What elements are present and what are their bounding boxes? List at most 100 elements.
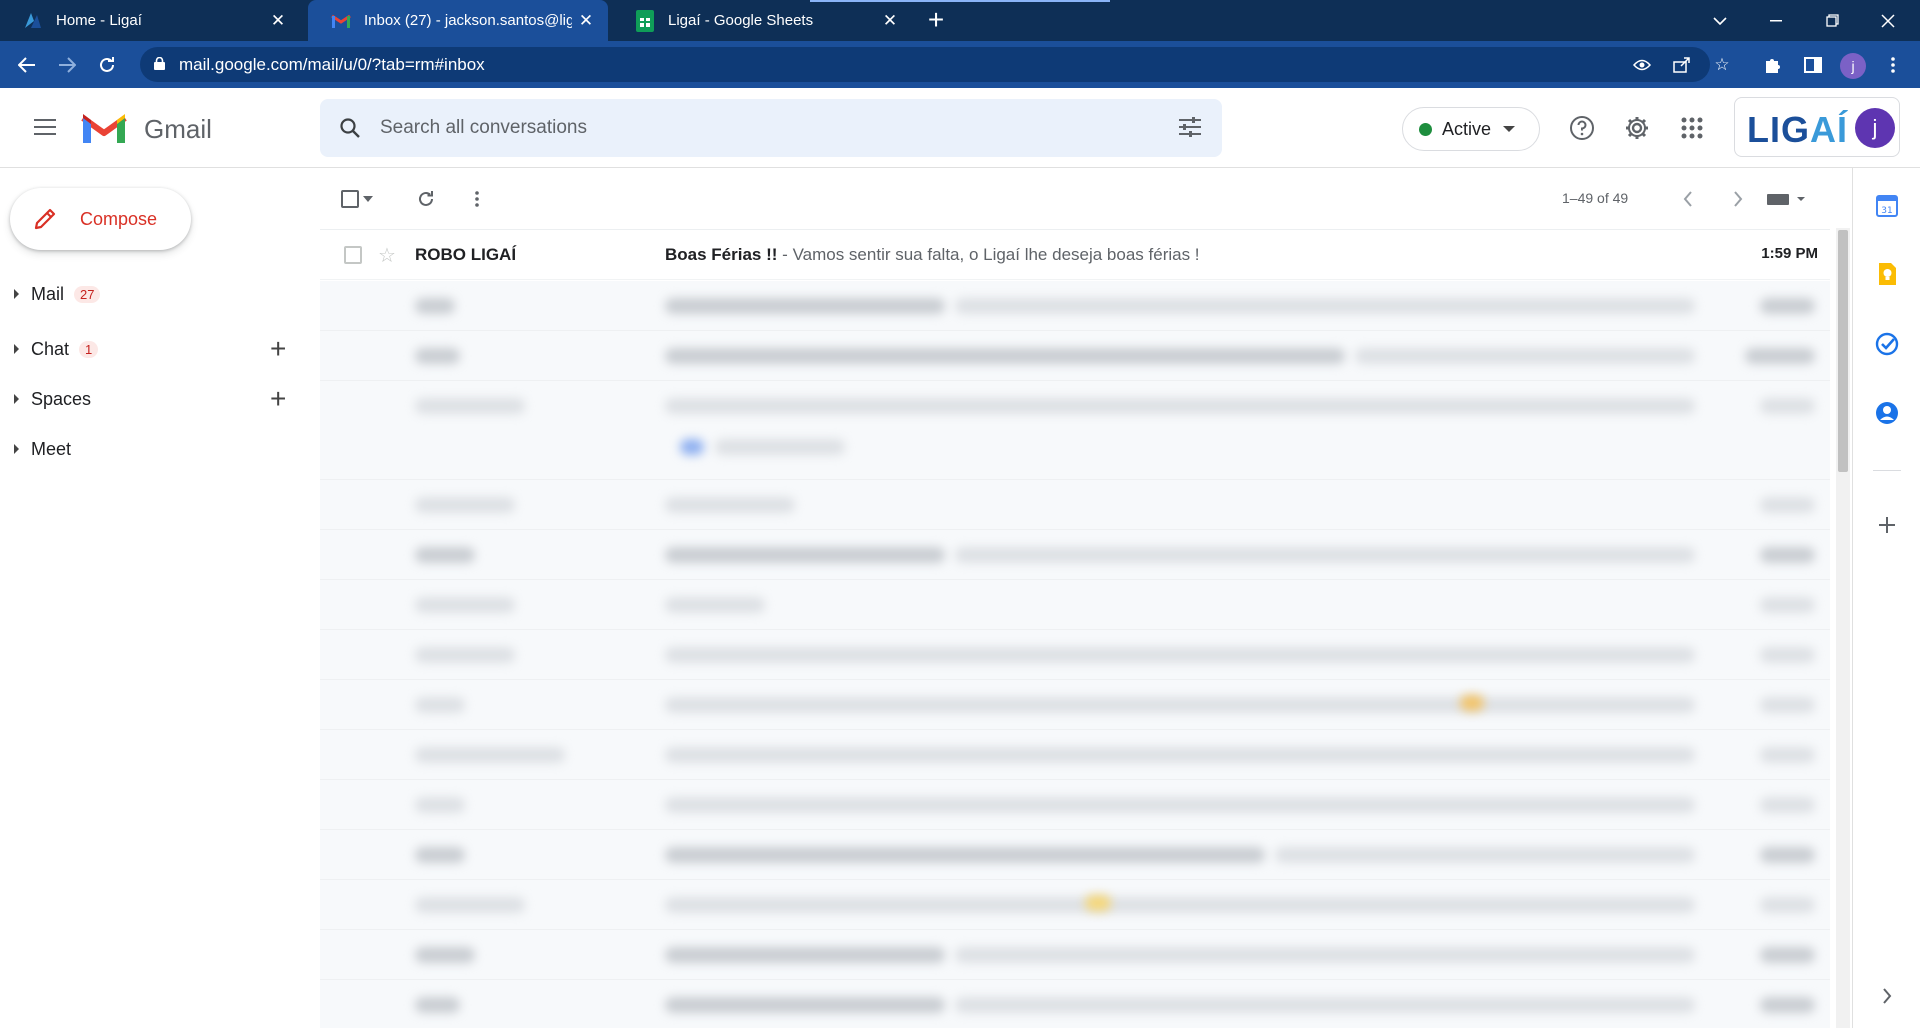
browser-tab-sheets[interactable]: Ligaí - Google Sheets ✕: [612, 0, 912, 41]
restore-icon[interactable]: [1804, 0, 1860, 41]
url-text: mail.google.com/mail/u/0/?tab=rm#inbox: [179, 54, 485, 74]
gmail-logo-icon[interactable]: [80, 110, 128, 146]
side-panel-icon[interactable]: [1797, 49, 1829, 81]
keep-icon[interactable]: [1871, 258, 1903, 290]
bookmark-star-icon[interactable]: ☆: [1710, 53, 1734, 77]
help-icon[interactable]: [1564, 110, 1600, 146]
tab-loading-indicator: [810, 0, 1110, 2]
newer-chevron-left-icon[interactable]: [1672, 183, 1704, 215]
main-menu-hamburger-icon[interactable]: [28, 110, 62, 144]
side-panel-expand-chevron-icon[interactable]: [1871, 980, 1903, 1012]
pencil-icon: [34, 208, 56, 230]
obscured-message-row[interactable]: [320, 680, 1830, 730]
side-panel: 31: [1852, 168, 1920, 1028]
nav-item-label: Meet: [31, 438, 72, 459]
select-dropdown-caret-icon[interactable]: [360, 183, 376, 215]
nav-item-meet[interactable]: Meet: [0, 429, 310, 469]
browser-tab-ligai-home[interactable]: Home - Ligaí ✕: [0, 0, 300, 41]
message-list: ☆ ROBO LIGAÍ Boas Férias !! - Vamos sent…: [320, 230, 1830, 1028]
obscured-message-row[interactable]: [320, 480, 1830, 530]
message-sender: ROBO LIGAÍ: [415, 245, 517, 264]
expand-triangle-icon[interactable]: [14, 444, 19, 454]
search-input[interactable]: Search all conversations: [380, 117, 587, 139]
lock-icon[interactable]: [154, 56, 165, 73]
status-selector[interactable]: Active: [1402, 107, 1540, 151]
get-addons-plus-icon[interactable]: [1871, 509, 1903, 541]
nav-item-mail[interactable]: Mail 27: [0, 274, 310, 314]
new-space-plus-icon[interactable]: +: [270, 385, 286, 413]
close-window-icon[interactable]: [1860, 0, 1916, 41]
ligai-favicon-icon: [22, 10, 44, 32]
obscured-message-row[interactable]: [320, 780, 1830, 830]
expand-triangle-icon[interactable]: [14, 394, 19, 404]
browser-toolbar: mail.google.com/mail/u/0/?tab=rm#inbox ☆: [0, 41, 1920, 88]
tasks-icon[interactable]: [1871, 328, 1903, 360]
close-tab-icon[interactable]: ✕: [572, 11, 600, 31]
star-icon[interactable]: ☆: [378, 243, 396, 268]
browser-profile-avatar[interactable]: j: [1840, 53, 1866, 79]
obscured-message-row[interactable]: [320, 830, 1830, 880]
tab-title: Home - Ligaí: [56, 12, 142, 29]
minimize-icon[interactable]: [1748, 0, 1804, 41]
browser-tab-inbox[interactable]: Inbox (27) - jackson.santos@ligai ✕: [308, 0, 608, 41]
obscured-message-row[interactable]: [320, 980, 1830, 1028]
gmail-header: Gmail Search all conversations Active LI…: [0, 88, 1920, 168]
calendar-icon[interactable]: 31: [1871, 189, 1903, 221]
back-arrow-icon[interactable]: [11, 49, 43, 81]
obscured-message-row[interactable]: [320, 530, 1830, 580]
search-options-tune-icon[interactable]: [1178, 116, 1202, 143]
nav-item-chat[interactable]: Chat 1 +: [0, 329, 310, 369]
obscured-message-row[interactable]: [320, 281, 1830, 331]
new-chat-plus-icon[interactable]: +: [270, 335, 286, 363]
unread-count-badge: 1: [79, 340, 99, 358]
share-icon[interactable]: [1670, 53, 1694, 77]
account-avatar[interactable]: j: [1855, 108, 1895, 148]
ligai-brand-logo: LIGAÍ: [1747, 109, 1848, 150]
obscured-message-row[interactable]: [320, 730, 1830, 780]
compose-button[interactable]: Compose: [10, 188, 191, 250]
gmail-favicon-icon: [330, 10, 352, 32]
tab-search-chevron-icon[interactable]: [1692, 0, 1748, 41]
older-chevron-right-icon[interactable]: [1722, 183, 1754, 215]
refresh-icon[interactable]: [410, 183, 442, 215]
contacts-icon[interactable]: [1871, 397, 1903, 429]
obscured-message-row[interactable]: [320, 880, 1830, 930]
obscured-message-row[interactable]: [320, 331, 1830, 381]
browser-menu-dots-icon[interactable]: [1877, 49, 1909, 81]
close-tab-icon[interactable]: ✕: [876, 11, 904, 31]
message-subject-line: Boas Férias !! - Vamos sentir sua falta,…: [665, 245, 1200, 264]
more-options-dots-icon[interactable]: [461, 183, 493, 215]
google-apps-grid-icon[interactable]: [1674, 110, 1710, 146]
nav-item-label: Chat: [31, 338, 70, 359]
active-status-dot-icon: [1419, 122, 1432, 136]
address-bar[interactable]: mail.google.com/mail/u/0/?tab=rm#inbox ☆: [140, 47, 1730, 82]
search-bar[interactable]: Search all conversations: [320, 99, 1222, 157]
new-tab-plus-icon[interactable]: +: [920, 4, 952, 36]
scrollbar-thumb[interactable]: [1838, 230, 1848, 472]
tab-title: Ligaí - Google Sheets: [668, 12, 814, 29]
search-icon[interactable]: [320, 117, 380, 139]
extensions-puzzle-icon[interactable]: [1757, 49, 1789, 81]
expand-triangle-icon[interactable]: [14, 289, 19, 299]
account-switcher[interactable]: LIGAÍ j: [1734, 97, 1900, 157]
obscured-message-row[interactable]: [320, 930, 1830, 980]
input-tools-keyboard-icon[interactable]: [1762, 183, 1812, 215]
nav-item-spaces[interactable]: Spaces +: [0, 379, 310, 419]
message-time: 1:59 PM: [1761, 245, 1818, 262]
reload-icon[interactable]: [91, 49, 123, 81]
message-row[interactable]: ☆ ROBO LIGAÍ Boas Férias !! - Vamos sent…: [320, 230, 1830, 280]
message-checkbox[interactable]: [344, 246, 362, 264]
svg-text:31: 31: [1881, 206, 1892, 216]
expand-triangle-icon[interactable]: [14, 344, 19, 354]
nav-item-label: Spaces: [31, 388, 92, 409]
message-snippet: Vamos sentir sua falta, o Ligaí lhe dese…: [792, 245, 1200, 264]
obscured-message-row[interactable]: [320, 381, 1830, 480]
close-tab-icon[interactable]: ✕: [264, 11, 292, 31]
obscured-message-row[interactable]: [320, 630, 1830, 680]
eye-icon[interactable]: [1630, 53, 1654, 77]
forward-arrow-icon[interactable]: [51, 49, 83, 81]
obscured-message-row[interactable]: [320, 580, 1830, 630]
tab-title: Inbox (27) - jackson.santos@ligai: [364, 12, 572, 29]
settings-gear-icon[interactable]: [1619, 110, 1655, 146]
mail-list-toolbar: 1–49 of 49: [320, 168, 1830, 230]
